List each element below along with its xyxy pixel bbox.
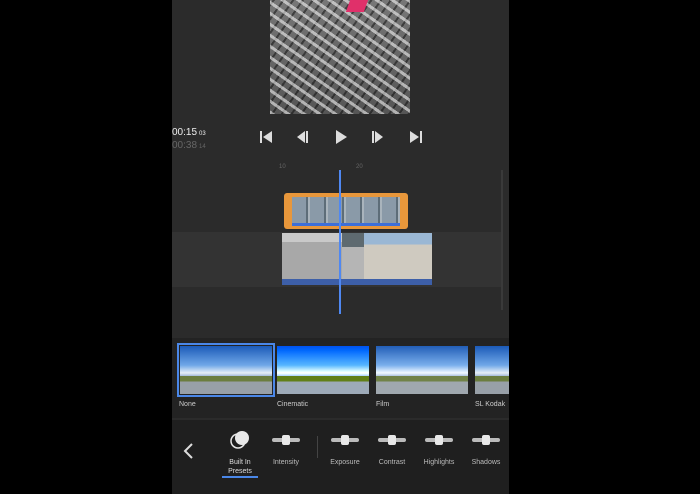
presets-icon xyxy=(230,431,249,449)
clip-thumbnail xyxy=(342,233,364,279)
current-time-value: 00:15 xyxy=(172,127,198,138)
slider-icon xyxy=(425,435,453,445)
tool-label: Exposure xyxy=(330,459,360,466)
preset-label: Film xyxy=(376,401,390,408)
slider-icon xyxy=(378,435,406,445)
current-time: 00:15 03 xyxy=(172,127,206,138)
tool-built-in-presets[interactable]: Built In Presets xyxy=(218,428,262,476)
tool-label: Shadows xyxy=(471,459,501,466)
tool-exposure[interactable]: Exposure xyxy=(323,428,367,467)
preset-thumbnail xyxy=(177,343,275,397)
preset-cinematic[interactable] xyxy=(277,346,369,394)
video-preview[interactable] xyxy=(270,0,410,114)
total-time-value: 00:38 xyxy=(172,140,198,151)
skip-to-end-button[interactable] xyxy=(406,128,426,146)
audio-waveform xyxy=(282,279,432,285)
toolbar-divider xyxy=(317,436,318,458)
overlay-clip-thumbnails xyxy=(292,197,400,223)
preset-thumbnail xyxy=(376,346,468,394)
skip-end-icon xyxy=(410,131,422,143)
preset-none[interactable] xyxy=(177,343,275,397)
tool-label: Built In Presets xyxy=(228,459,252,475)
preset-thumbnail xyxy=(475,346,509,394)
chevron-left-icon xyxy=(183,443,193,459)
playhead[interactable] xyxy=(339,170,341,314)
preview-object xyxy=(345,0,369,12)
tool-label: Intensity xyxy=(272,459,300,466)
back-button[interactable] xyxy=(182,442,198,460)
preset-strip: None Cinematic Film SL Kodak xyxy=(172,338,509,418)
tool-label: Contrast xyxy=(378,459,406,466)
next-frame-button[interactable] xyxy=(368,128,388,146)
preset-label: SL Kodak xyxy=(475,401,506,408)
current-time-frames: 03 xyxy=(199,131,206,137)
slider-icon xyxy=(331,435,359,445)
main-video-clip[interactable] xyxy=(282,233,432,285)
preset-sl-kodak[interactable] xyxy=(475,346,509,394)
adjustment-toolbar: Built In Presets Intensity Exposure Cont… xyxy=(172,420,509,494)
clip-thumbnail xyxy=(282,233,342,279)
editor-screen: 00:15 03 00:38 14 10 20 None Cinematic F… xyxy=(172,0,509,494)
step-forward-icon xyxy=(372,131,383,143)
play-icon xyxy=(336,130,347,144)
overlay-clip-selected[interactable] xyxy=(284,193,408,229)
ruler-tick: 20 xyxy=(356,164,363,170)
tool-label: Highlights xyxy=(423,459,455,466)
preset-thumbnail xyxy=(277,346,369,394)
overlay-clip-audio-bar xyxy=(292,223,400,226)
preset-label: Cinematic xyxy=(277,401,309,408)
timeline-edge xyxy=(501,170,503,310)
tool-contrast[interactable]: Contrast xyxy=(370,428,414,467)
skip-to-start-button[interactable] xyxy=(256,128,276,146)
clip-thumbnail xyxy=(364,233,432,279)
total-time-frames: 14 xyxy=(199,144,206,150)
tool-shadows[interactable]: Shadows xyxy=(464,428,508,467)
active-tool-indicator xyxy=(222,476,258,478)
play-button[interactable] xyxy=(331,128,351,146)
skip-start-icon xyxy=(260,131,272,143)
step-back-icon xyxy=(297,131,308,143)
preset-film[interactable] xyxy=(376,346,468,394)
playback-controls xyxy=(256,128,426,146)
tool-intensity[interactable]: Intensity xyxy=(264,428,308,467)
total-time: 00:38 14 xyxy=(172,140,206,151)
preset-label: None xyxy=(179,401,196,408)
tool-highlights[interactable]: Highlights xyxy=(417,428,461,467)
slider-icon xyxy=(472,435,500,445)
slider-icon xyxy=(272,435,300,445)
previous-frame-button[interactable] xyxy=(292,128,312,146)
ruler-tick: 10 xyxy=(279,164,286,170)
